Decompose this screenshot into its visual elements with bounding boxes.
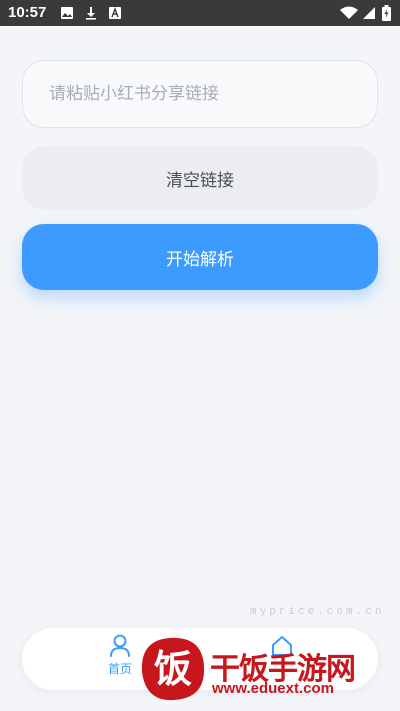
user-icon xyxy=(110,634,130,657)
download-icon xyxy=(86,7,96,20)
watermark-url: www.eduext.com xyxy=(212,680,334,697)
wifi-icon xyxy=(340,6,358,19)
watermark-logo-char: 饭 xyxy=(154,647,192,691)
status-bar: 10:57 xyxy=(0,0,400,26)
watermark: 饭 干饭手游网 www.eduext.com xyxy=(130,628,400,711)
font-icon xyxy=(109,7,121,19)
watermark-sub-url: myprice.com.cn xyxy=(250,606,385,618)
status-time: 10:57 xyxy=(8,4,47,21)
start-parse-button[interactable]: 开始解析 xyxy=(22,224,378,290)
clear-link-button[interactable]: 清空链接 xyxy=(22,146,378,210)
watermark-logo: 饭 xyxy=(141,637,205,701)
share-link-input[interactable] xyxy=(22,60,378,128)
image-icon xyxy=(61,7,73,19)
signal-icon xyxy=(363,7,375,19)
battery-icon xyxy=(382,5,391,21)
